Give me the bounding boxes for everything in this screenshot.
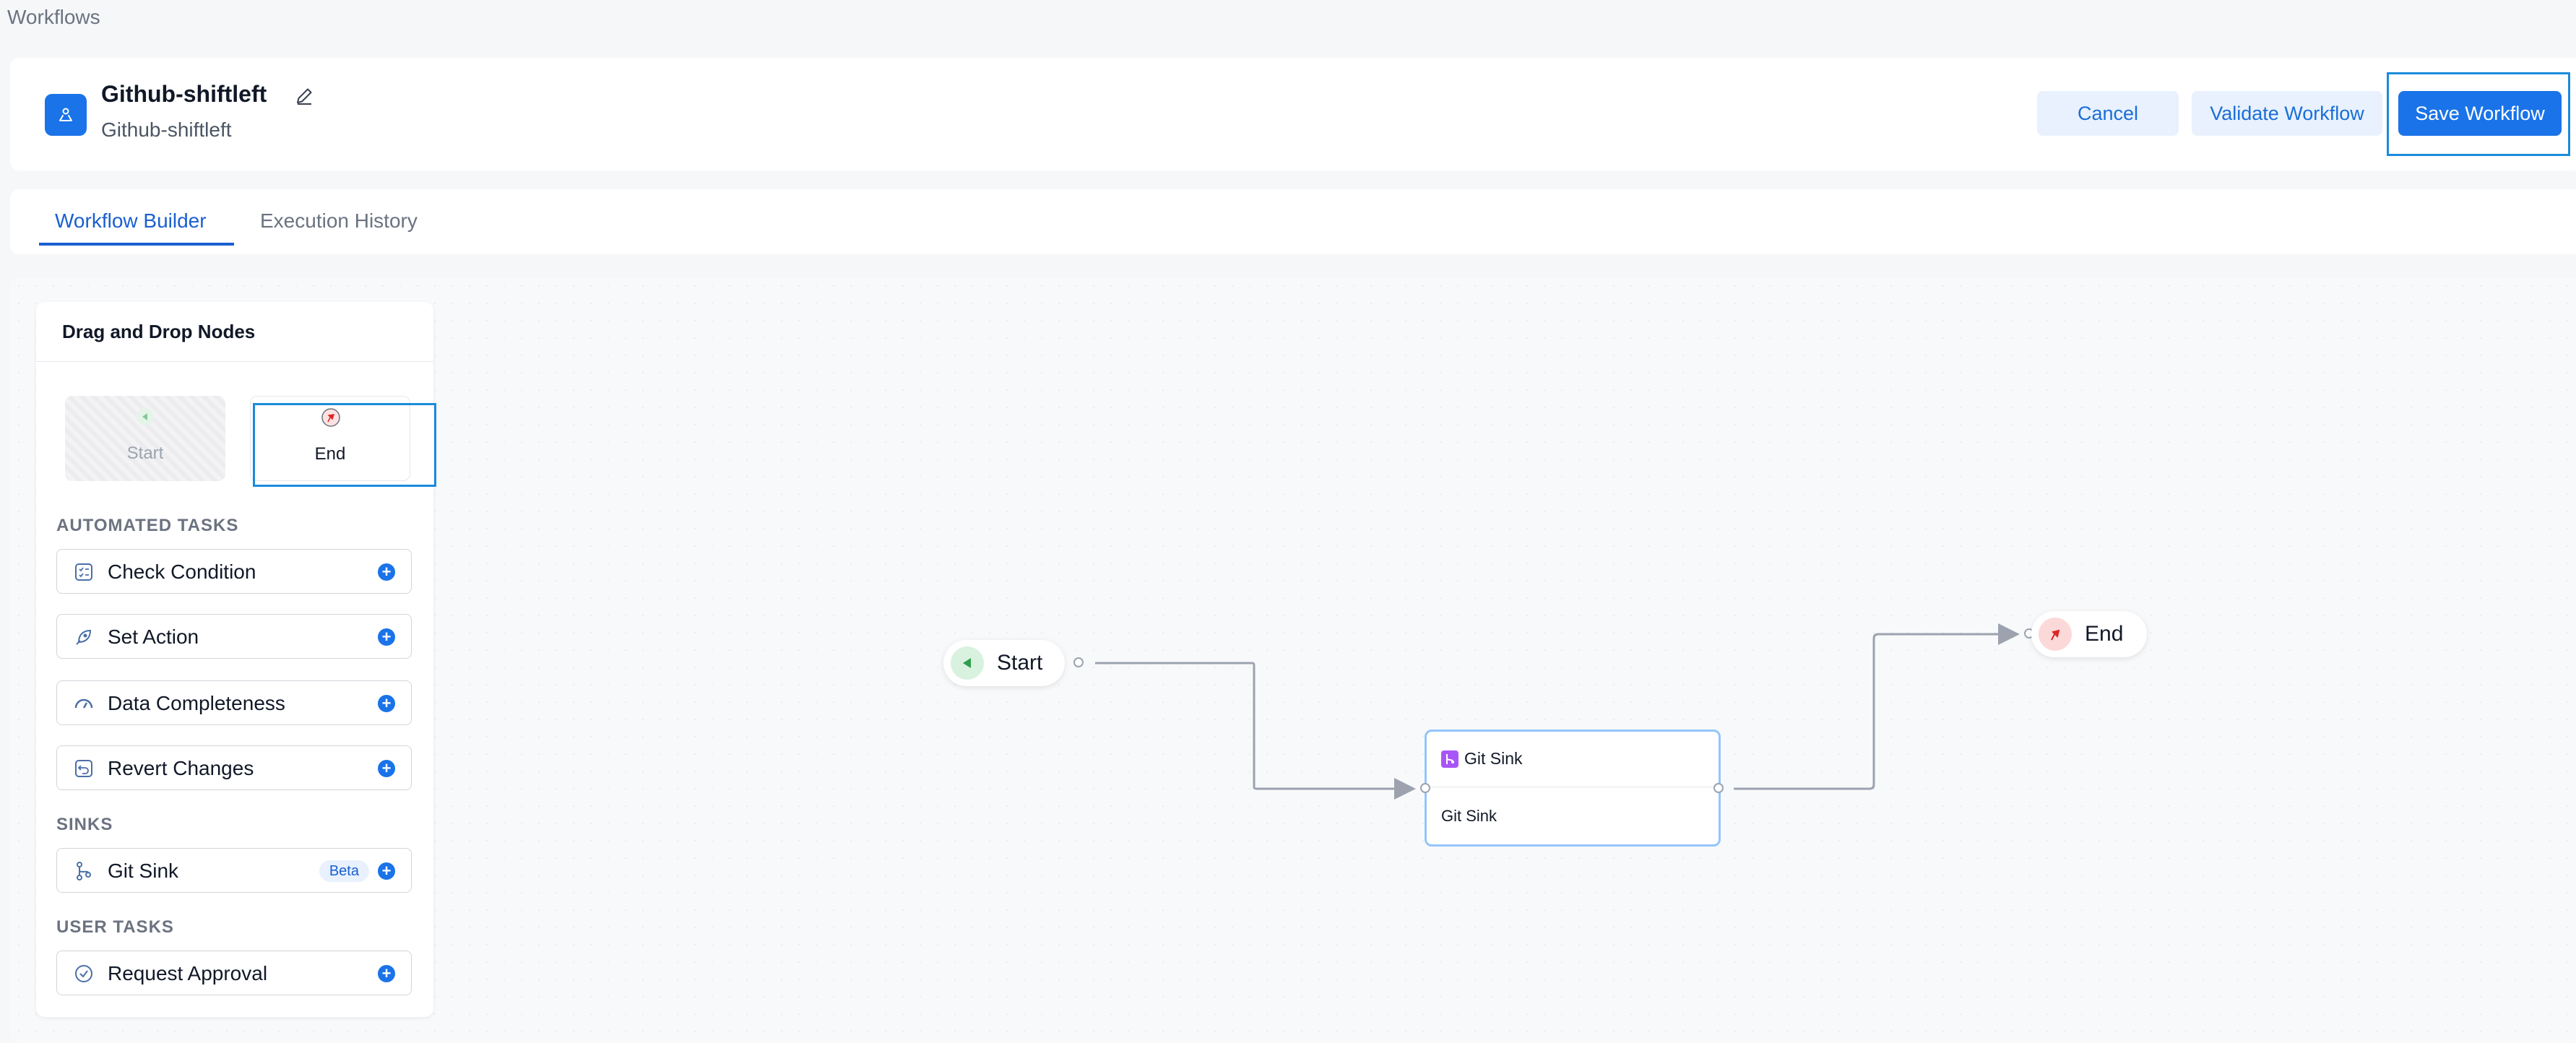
- git-node-header: Git Sink: [1441, 749, 1523, 769]
- start-output-port[interactable]: [1073, 657, 1084, 667]
- play-icon: [951, 646, 984, 680]
- git-node-title: Git Sink: [1464, 749, 1523, 768]
- edge-git-sink-to-end: [1734, 623, 2020, 790]
- edge-start-to-git-sink: [1095, 662, 1416, 800]
- start-node[interactable]: Start: [943, 640, 1065, 686]
- git-sink-node[interactable]: Git Sink Git Sink: [1425, 730, 1721, 847]
- git-sink-output-port[interactable]: [1713, 783, 1724, 793]
- start-node-label: Start: [997, 651, 1043, 675]
- workflow-edges: [1095, 623, 2020, 800]
- end-node-label: End: [2085, 622, 2124, 646]
- flag-icon: [2039, 618, 2072, 651]
- end-node[interactable]: End: [2031, 611, 2147, 657]
- git-node-body: Git Sink: [1441, 807, 1497, 825]
- git-sink-input-port[interactable]: [1420, 783, 1430, 793]
- git-branch-icon: [1441, 750, 1458, 768]
